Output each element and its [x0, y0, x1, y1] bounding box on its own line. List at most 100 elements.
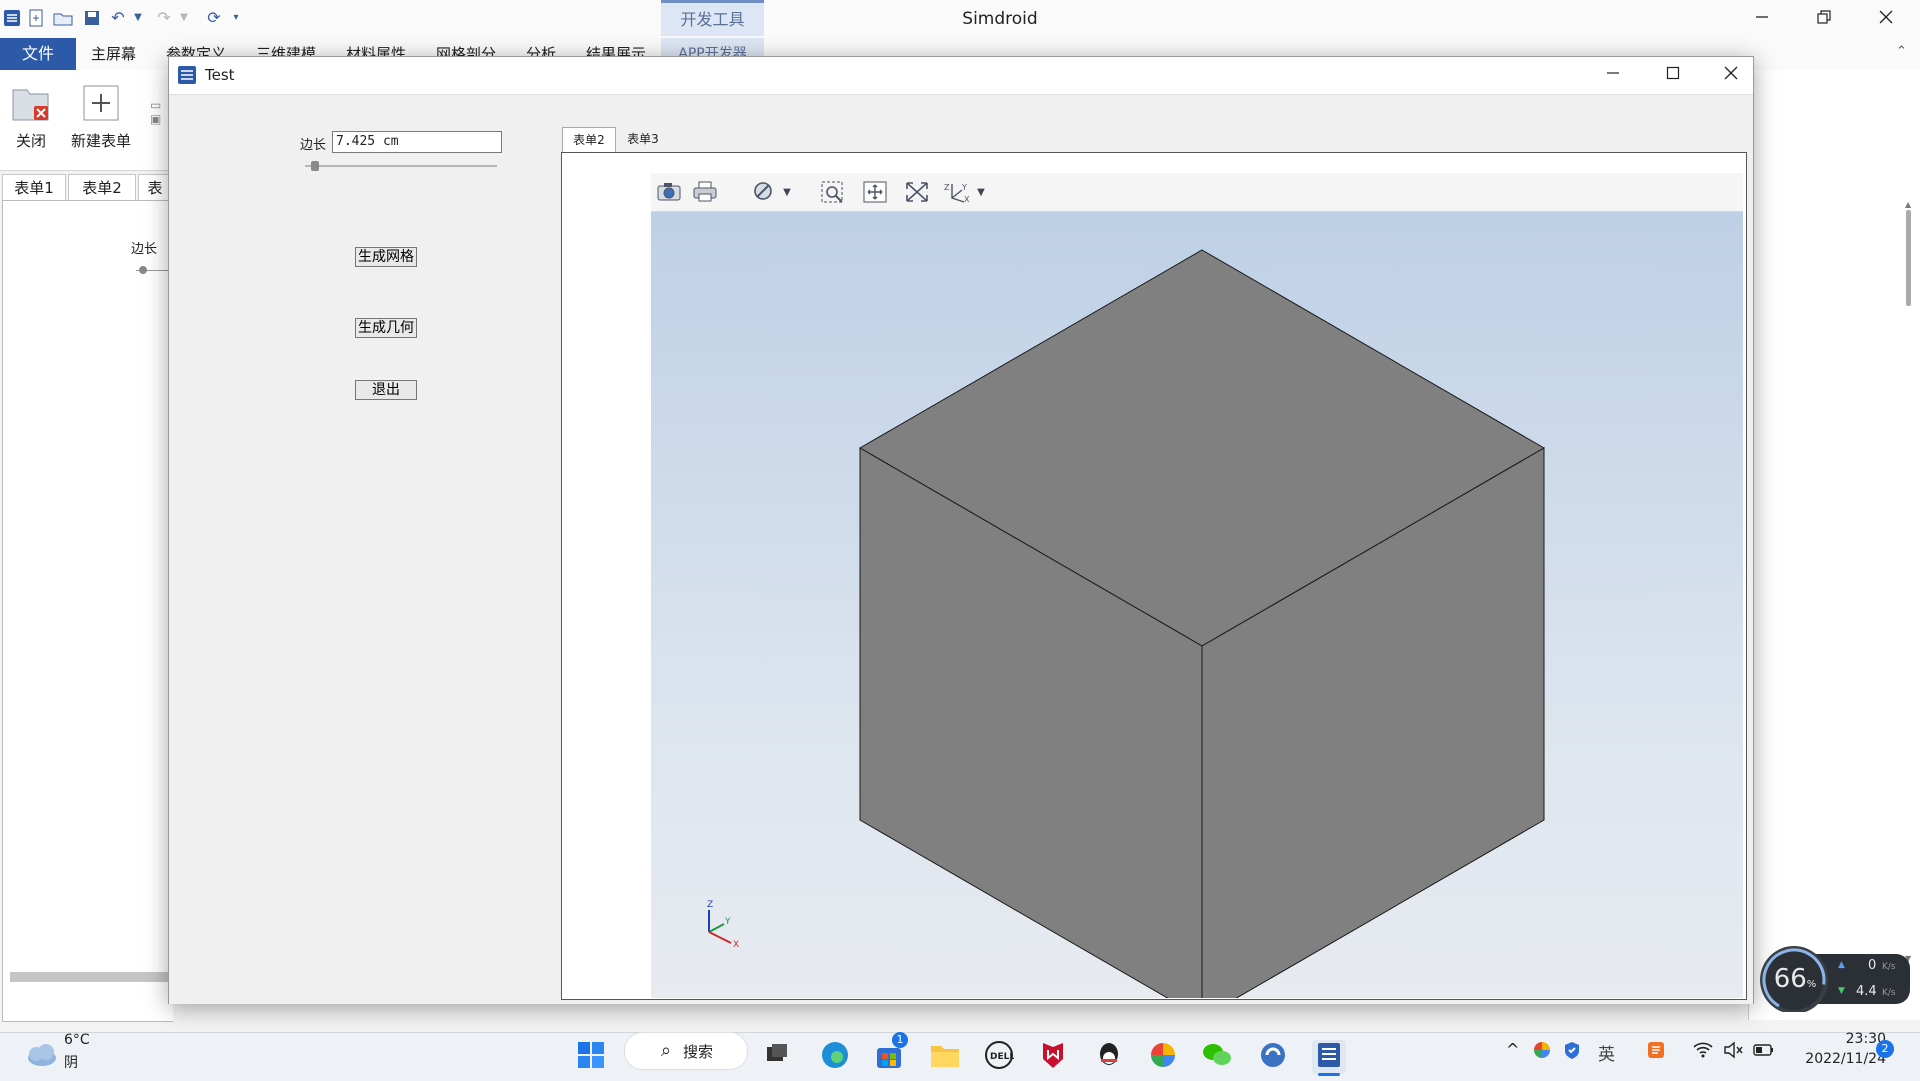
bg-slider-thumb[interactable]: [139, 266, 147, 274]
volume-mute-icon[interactable]: [1722, 1040, 1744, 1062]
pan-icon[interactable]: [861, 180, 889, 206]
dialog-title-bar: Test: [169, 57, 1753, 93]
network-gauge[interactable]: 66% ▲ 0 K/s ▼ 4.4 K/s: [1758, 944, 1912, 1012]
tray-shield-icon[interactable]: [1562, 1040, 1584, 1062]
tab-home[interactable]: 主屏幕: [91, 38, 136, 70]
notification-badge[interactable]: 2: [1876, 1040, 1894, 1058]
wifi-icon[interactable]: [1692, 1040, 1714, 1062]
ribbon-small-icons[interactable]: ▭ ▣: [150, 98, 168, 138]
gauge-percent-unit: %: [1806, 979, 1817, 990]
viewer-tab-form2[interactable]: 表单2: [562, 127, 616, 152]
store-badge: 1: [892, 1032, 908, 1048]
edge-length-label: 边长: [300, 138, 327, 153]
dialog-app-icon: [177, 65, 197, 85]
close-icon[interactable]: [1856, 0, 1916, 36]
customize-toolbar-icon[interactable]: ▾: [226, 8, 246, 28]
tray-ime-icon[interactable]: 英: [1598, 1040, 1615, 1065]
active-app-indicator: [1318, 1073, 1340, 1076]
upload-unit: K/s: [1882, 962, 1896, 972]
axis-orient-dropdown-icon[interactable]: ▼: [967, 180, 995, 206]
wechat-icon[interactable]: [1200, 1040, 1234, 1074]
generate-mesh-button[interactable]: 生成网格: [355, 247, 417, 267]
task-view-icon[interactable]: [760, 1040, 794, 1074]
bg-edge-label: 边长: [131, 242, 158, 257]
minimize-icon[interactable]: [1732, 0, 1792, 36]
new-form-icon[interactable]: [82, 84, 120, 122]
app-logo-icon: [2, 8, 22, 28]
undo-dropdown-icon[interactable]: ▼: [128, 8, 148, 28]
svg-text:Z: Z: [944, 183, 950, 192]
mcafee-icon[interactable]: [1036, 1040, 1070, 1074]
undo-icon[interactable]: ↶: [108, 8, 128, 28]
file-explorer-icon[interactable]: [928, 1040, 962, 1074]
axis-x-label: X: [733, 940, 740, 950]
exit-button[interactable]: 退出: [355, 380, 417, 400]
dell-icon[interactable]: DELL: [982, 1040, 1016, 1074]
dialog-minimize-icon[interactable]: [1593, 61, 1633, 89]
download-unit: K/s: [1882, 988, 1896, 998]
edge-browser-icon[interactable]: [818, 1040, 852, 1074]
open-folder-icon[interactable]: [52, 8, 73, 28]
viewer-toolbar: ▼ ZYX ▼: [651, 173, 1743, 212]
tab-form1[interactable]: 表单1: [2, 174, 66, 201]
scroll-up-icon[interactable]: ▲: [1905, 200, 1911, 209]
vertical-scrollbar[interactable]: [1906, 210, 1911, 306]
cloud-icon[interactable]: [20, 1038, 60, 1070]
restore-icon[interactable]: [1794, 0, 1854, 36]
form-design-canvas: [2, 200, 173, 1022]
print-icon[interactable]: [691, 180, 719, 206]
clock-time[interactable]: 23:30: [1790, 1031, 1886, 1047]
save-icon[interactable]: [82, 8, 102, 28]
qq-icon[interactable]: [1092, 1040, 1126, 1074]
hide-dropdown-icon[interactable]: ▼: [773, 180, 801, 206]
horizontal-scrollbar[interactable]: [10, 972, 170, 982]
axis-y-label: Y: [725, 917, 731, 927]
simdroid-taskbar-icon[interactable]: [1312, 1040, 1346, 1074]
weather-desc[interactable]: 阴: [64, 1052, 78, 1072]
contextual-tab-group: 开发工具: [661, 0, 764, 38]
download-arrow-icon: ▼: [1838, 986, 1845, 996]
test-dialog: Test 边长 7.425 cm 生成网格 生成几何 退出 表单2 表单3 ▼: [168, 56, 1754, 1004]
generate-geometry-button[interactable]: 生成几何: [355, 318, 417, 338]
fit-view-icon[interactable]: [903, 180, 931, 206]
svg-text:DELL: DELL: [990, 1052, 1014, 1062]
clock-date[interactable]: 2022/11/24: [1790, 1051, 1886, 1067]
browser-icon[interactable]: [1256, 1040, 1290, 1074]
close-folder-icon[interactable]: [10, 84, 52, 124]
axis-z-label: Z: [707, 900, 714, 910]
pinwheel-app-icon[interactable]: [1146, 1040, 1180, 1074]
close-button-label[interactable]: 关闭: [6, 130, 56, 151]
download-speed: 4.4: [1856, 984, 1877, 999]
search-label: 搜索: [683, 1043, 714, 1061]
redo-icon[interactable]: ↷: [154, 8, 174, 28]
tray-overflow-icon[interactable]: ^: [1506, 1040, 1519, 1059]
collapse-ribbon-icon[interactable]: ⌃: [1896, 44, 1907, 59]
edge-length-slider[interactable]: [305, 165, 497, 167]
3d-viewport[interactable]: Z Y X: [651, 212, 1743, 998]
tray-pinwheel-icon[interactable]: [1532, 1040, 1554, 1062]
battery-icon[interactable]: [1752, 1040, 1776, 1062]
edge-length-slider-thumb[interactable]: [310, 161, 319, 171]
new-form-button-label[interactable]: 新建表单: [66, 130, 136, 151]
dialog-maximize-icon[interactable]: [1653, 61, 1693, 89]
gauge-percent: 66: [1773, 964, 1807, 994]
edge-length-input[interactable]: 7.425 cm: [332, 131, 502, 153]
dialog-title: Test: [205, 66, 235, 84]
zoom-box-icon[interactable]: [819, 180, 847, 206]
redo-dropdown-icon[interactable]: ▼: [174, 8, 194, 28]
upload-arrow-icon: ▲: [1838, 960, 1845, 970]
tab-form3[interactable]: 表: [138, 174, 172, 201]
cube-model[interactable]: [859, 249, 1545, 998]
tab-form2[interactable]: 表单2: [68, 174, 136, 201]
viewer-tab-form3[interactable]: 表单3: [617, 127, 669, 151]
taskbar-search-box[interactable]: ⌕ 搜索: [624, 1032, 748, 1070]
camera-icon[interactable]: [655, 180, 683, 206]
dialog-close-icon[interactable]: [1711, 61, 1751, 89]
weather-temp[interactable]: 6°C: [64, 1032, 90, 1048]
new-file-icon[interactable]: [26, 8, 46, 28]
windows-start-icon[interactable]: [574, 1040, 608, 1074]
tab-file[interactable]: 文件: [0, 38, 76, 70]
refresh-icon[interactable]: ⟳: [204, 8, 224, 28]
right-panel: [1748, 170, 1920, 1020]
tray-input-icon[interactable]: [1646, 1040, 1668, 1062]
